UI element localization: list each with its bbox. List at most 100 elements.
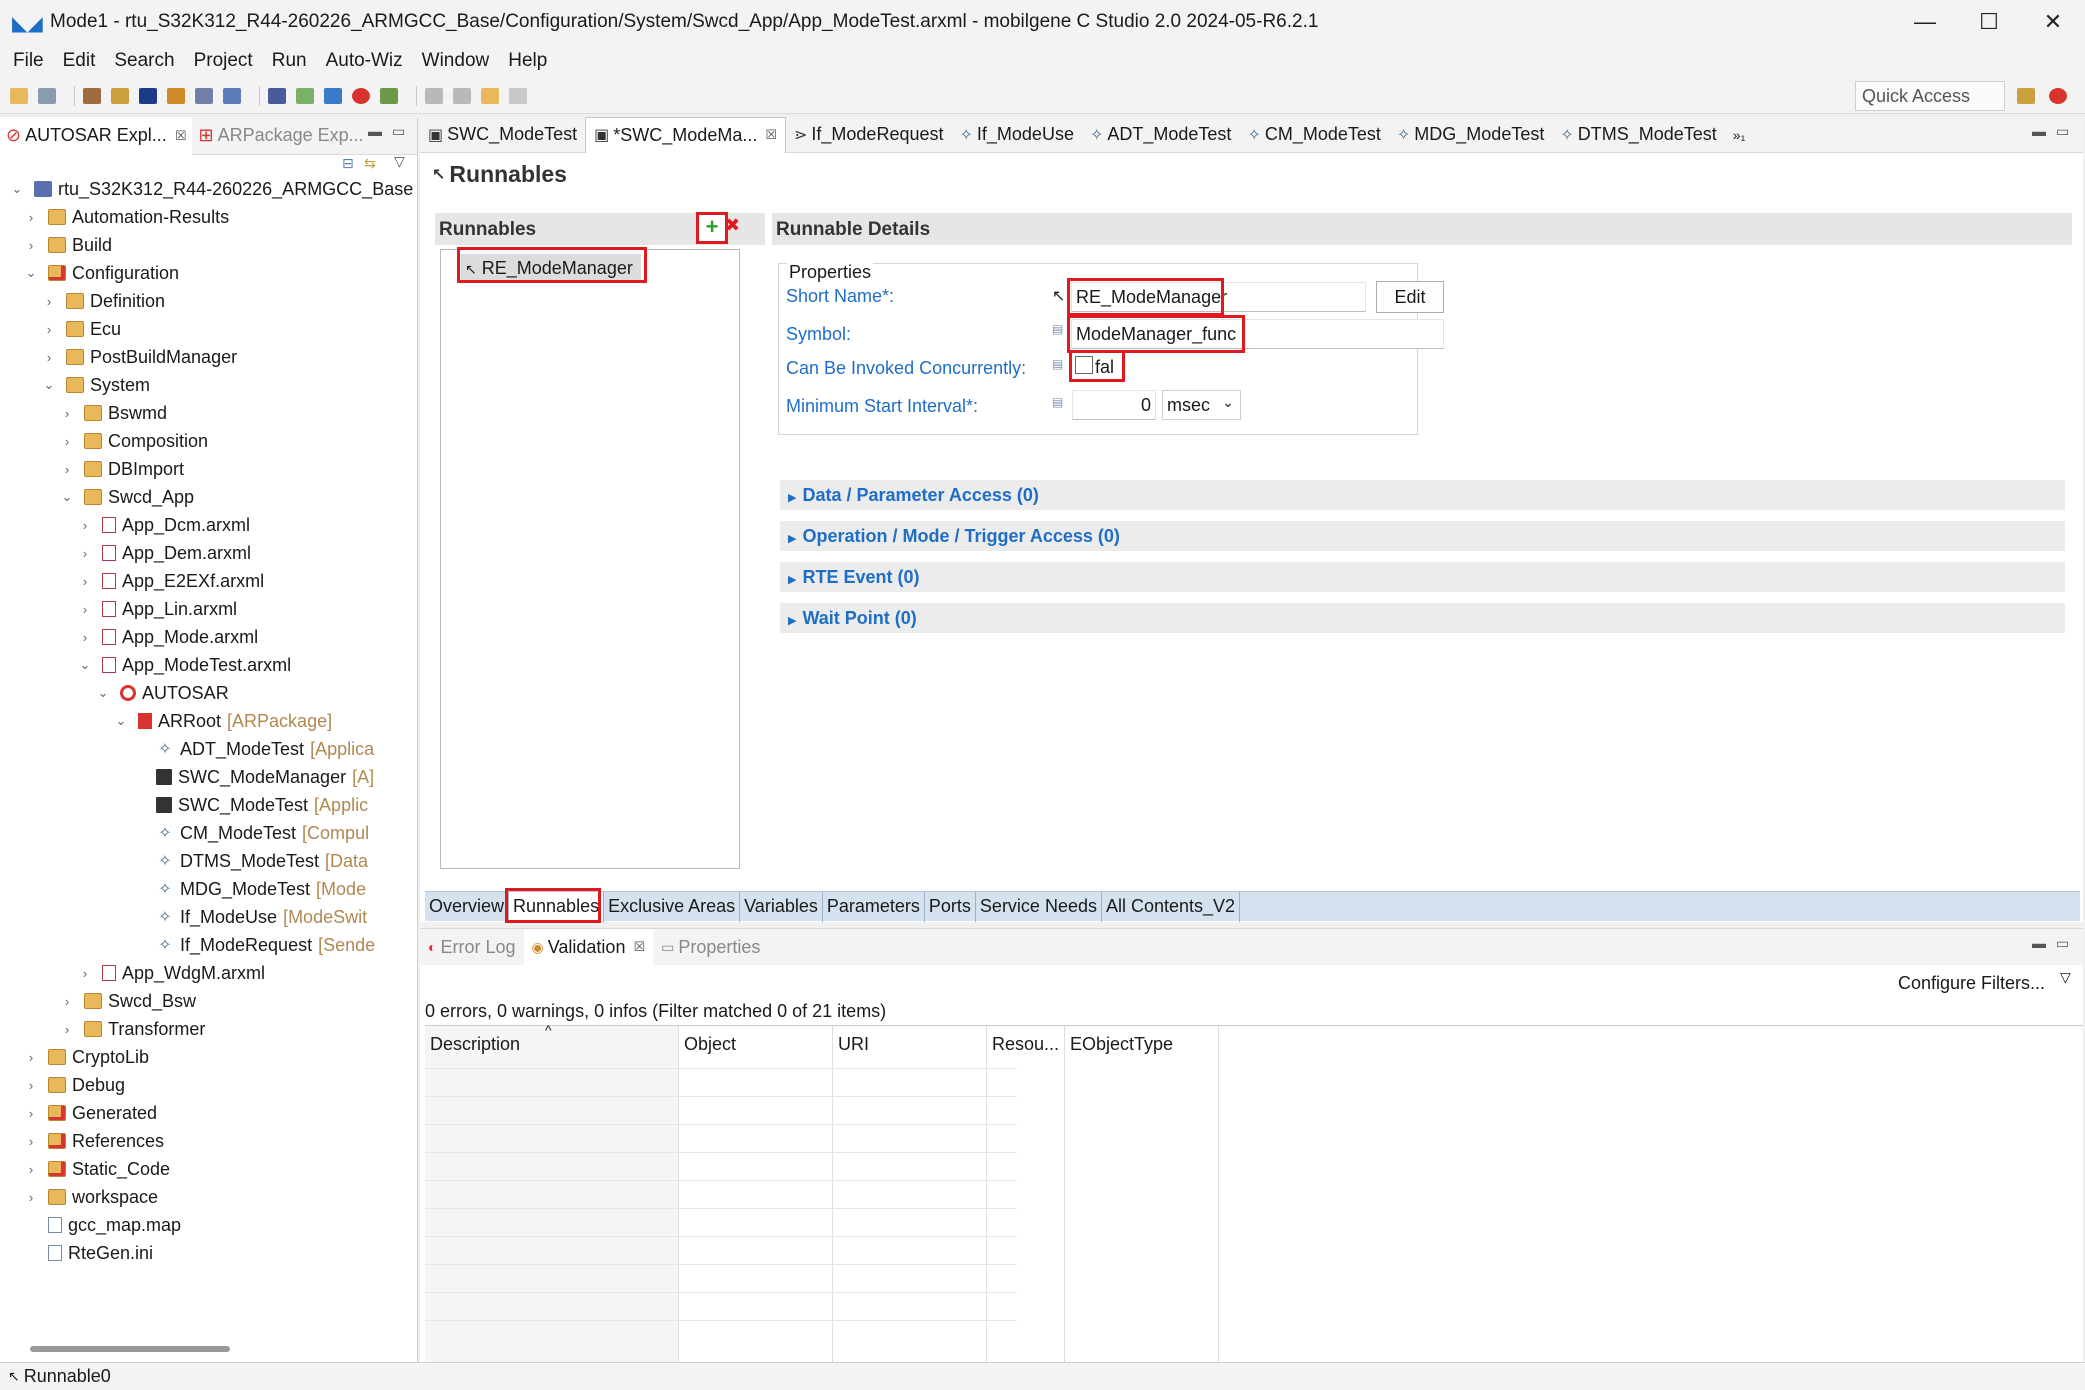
chevron-right-icon[interactable]: › — [24, 1162, 38, 1177]
list-item[interactable]: ↖ RE_ModeManager — [461, 254, 641, 282]
tab-variables[interactable]: Variables — [740, 891, 823, 922]
tree-item-project[interactable]: ⌄ rtu_S32K312_R44-260226_ARMGCC_Base — [10, 175, 414, 203]
tree-item[interactable]: ⌄ System — [42, 371, 150, 399]
chevron-right-icon[interactable]: › — [60, 434, 74, 449]
generate-icon[interactable] — [195, 87, 213, 104]
tree-item[interactable]: › Automation-Results — [24, 203, 229, 231]
tree-item[interactable]: › Static_Code — [24, 1155, 170, 1183]
tree-item[interactable]: › Generated — [24, 1099, 157, 1127]
tab-error-log[interactable]: ◐ Error Log — [420, 929, 524, 965]
tree-item[interactable]: RteGen.ini — [24, 1239, 153, 1267]
tree-item[interactable]: ✧ If_ModeRequest [Sende — [132, 931, 375, 959]
debug-icon[interactable] — [380, 87, 398, 104]
menu-project[interactable]: Project — [194, 50, 253, 72]
tree-item[interactable]: ⌄ Swcd_App — [60, 483, 195, 511]
add-runnable-button[interactable]: + — [699, 215, 725, 241]
tab-arpackage-explorer[interactable]: ⊞ ARPackage Exp... — [192, 117, 369, 155]
menu-run[interactable]: Run — [272, 50, 307, 72]
chart-icon[interactable] — [223, 87, 241, 104]
wand-icon[interactable] — [111, 87, 129, 104]
unit-select[interactable]: msec ⌄ — [1162, 390, 1241, 420]
back-icon[interactable] — [481, 87, 499, 104]
tree-item[interactable]: › App_Mode.arxml — [78, 623, 258, 651]
chevron-right-icon[interactable]: › — [24, 1050, 38, 1065]
chevron-right-icon[interactable]: › — [60, 406, 74, 421]
chevron-down-icon[interactable]: ⌄ — [24, 265, 38, 281]
chevron-right-icon[interactable]: › — [78, 630, 92, 645]
chevron-right-icon[interactable]: › — [42, 294, 56, 309]
tree-item[interactable]: ✧ CM_ModeTest [Compul — [132, 819, 369, 847]
tab-adt-modetest[interactable]: ✧ ADT_ModeTest — [1082, 117, 1239, 153]
tree-item[interactable]: › App_Dem.arxml — [78, 539, 251, 567]
tab-parameters[interactable]: Parameters — [823, 891, 925, 922]
chevron-right-icon[interactable]: › — [24, 1134, 38, 1149]
min-interval-field[interactable]: 0 — [1072, 390, 1156, 420]
short-name-field[interactable]: RE_ModeManager — [1071, 282, 1366, 312]
minimize-view-icon[interactable]: ▬ — [2032, 935, 2046, 951]
menu-auto-wiz[interactable]: Auto-Wiz — [326, 50, 403, 72]
save-icon[interactable] — [38, 87, 56, 104]
tree-item[interactable]: › Transformer — [60, 1015, 206, 1043]
build-icon[interactable] — [83, 87, 101, 104]
terminal-icon[interactable] — [139, 87, 157, 104]
spark-icon[interactable] — [167, 87, 185, 104]
chevron-right-icon[interactable]: › — [60, 994, 74, 1009]
tab-all-contents[interactable]: All Contents_V2 — [1102, 891, 1241, 922]
tab-overview[interactable]: Overview — [425, 891, 510, 922]
column-eobjecttype[interactable]: EObjectType — [1065, 1026, 1219, 1362]
chevron-right-icon[interactable]: › — [78, 574, 92, 589]
tree-item[interactable]: › Swcd_Bsw — [60, 987, 196, 1015]
forward-icon[interactable] — [509, 87, 527, 104]
tree-item[interactable]: ✧ DTMS_ModeTest [Data — [132, 847, 368, 875]
chevron-right-icon[interactable]: › — [60, 1022, 74, 1037]
concurrent-checkbox[interactable] — [1075, 356, 1093, 374]
tree-item[interactable]: › App_E2EXf.arxml — [78, 567, 264, 595]
edit-button[interactable]: Edit — [1376, 281, 1444, 313]
tab-mdg-modetest[interactable]: ✧ MDG_ModeTest — [1389, 117, 1552, 153]
chevron-right-icon[interactable]: › — [78, 546, 92, 561]
view-menu-icon[interactable]: ▽ — [2060, 969, 2071, 986]
chevron-right-icon[interactable]: › — [78, 966, 92, 981]
tab-swc-modemanager[interactable]: ▣ *SWC_ModeMa... ☒ — [585, 116, 786, 153]
chevron-down-icon[interactable]: ⌄ — [60, 489, 74, 505]
maximize-editor-icon[interactable]: ▭ — [2056, 123, 2069, 140]
record-icon[interactable] — [352, 87, 370, 104]
prev-annotation-icon[interactable] — [453, 87, 471, 104]
minimize-button[interactable]: — — [1893, 0, 1957, 44]
tree-item[interactable]: SWC_ModeManager [A] — [132, 763, 374, 791]
tree-item[interactable]: › References — [24, 1127, 164, 1155]
rte-event-section[interactable]: ▶ RTE Event (0) — [780, 562, 2065, 592]
wait-point-section[interactable]: ▶ Wait Point (0) — [780, 603, 2065, 633]
tab-autosar-explorer[interactable]: ⊘ AUTOSAR Expl... ☒ — [0, 116, 193, 155]
tab-overflow-button[interactable]: »₁ — [1725, 117, 1754, 153]
minimize-editor-icon[interactable]: ▬ — [2032, 123, 2046, 139]
menu-search[interactable]: Search — [114, 50, 174, 72]
tree-item[interactable]: › Definition — [42, 287, 165, 315]
tree-item[interactable]: SWC_ModeTest [Applic — [132, 791, 368, 819]
close-tab-icon[interactable]: ☒ — [175, 128, 187, 144]
view-menu-icon[interactable]: ▽ — [394, 153, 405, 170]
close-button[interactable]: ✕ — [2021, 0, 2085, 44]
tree-item[interactable]: › App_Lin.arxml — [78, 595, 237, 623]
tree-item[interactable]: ✧ MDG_ModeTest [Mode — [132, 875, 366, 903]
chevron-right-icon[interactable]: › — [24, 1078, 38, 1093]
chevron-right-icon[interactable]: › — [24, 210, 38, 225]
operation-mode-trigger-section[interactable]: ▶ Operation / Mode / Trigger Access (0) — [780, 521, 2065, 551]
tree-item[interactable]: › Build — [24, 231, 112, 259]
tree-item[interactable]: › App_Dcm.arxml — [78, 511, 250, 539]
tree-item[interactable]: › DBImport — [60, 455, 184, 483]
menu-file[interactable]: File — [13, 50, 44, 72]
tab-exclusive-areas[interactable]: Exclusive Areas — [604, 891, 741, 922]
tree-item[interactable]: gcc_map.map — [24, 1211, 181, 1239]
horizontal-scrollbar[interactable] — [30, 1346, 230, 1352]
chevron-down-icon[interactable]: ⌄ — [42, 377, 56, 393]
chevron-down-icon[interactable]: ⌄ — [96, 685, 110, 701]
chevron-down-icon[interactable]: ⌄ — [114, 713, 128, 729]
minimize-view-icon[interactable]: ▬ — [368, 123, 382, 139]
tree-item[interactable]: › Ecu — [42, 315, 121, 343]
remove-runnable-button[interactable]: ✖ — [725, 215, 740, 236]
menu-help[interactable]: Help — [508, 50, 547, 72]
maximize-view-icon[interactable]: ▭ — [2056, 935, 2069, 952]
autosar-perspective-icon[interactable] — [2049, 88, 2067, 104]
link-editor-icon[interactable]: ⇆ — [364, 155, 376, 172]
